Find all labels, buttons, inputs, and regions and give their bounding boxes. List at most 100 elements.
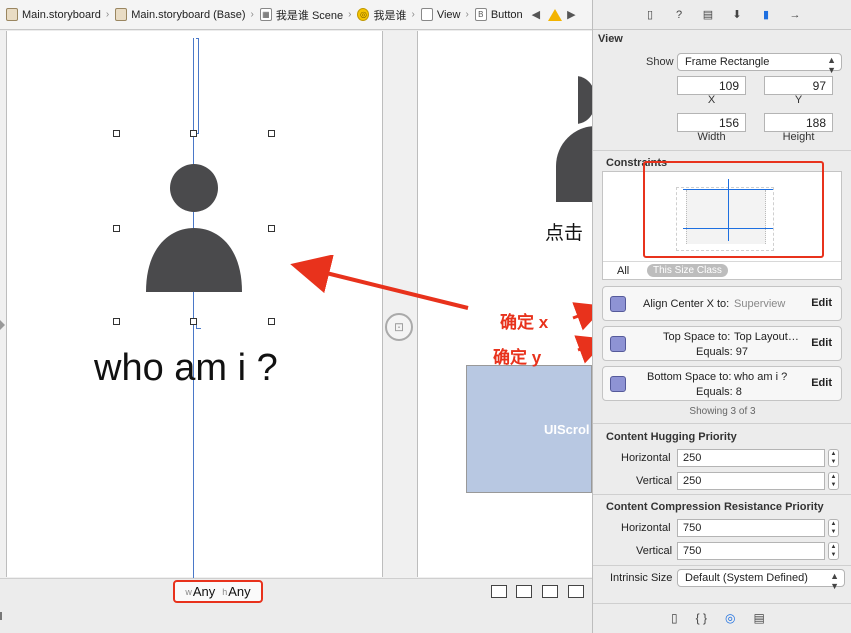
resolve-issues-icon[interactable] [542, 585, 558, 598]
hugging-vertical-field[interactable]: 250 [677, 472, 825, 490]
diagram-divider [603, 261, 841, 262]
intrinsic-size-popup[interactable]: Default (System Defined) ▲ ▼ [677, 569, 845, 591]
media-library-icon[interactable]: ▤ [753, 611, 764, 625]
constraint-title: Top Space to: [663, 331, 731, 343]
align-icon[interactable] [491, 585, 507, 598]
resize-handle[interactable] [113, 225, 120, 232]
breadcrumb-item-view[interactable]: View › [415, 8, 469, 21]
center-x-constraint-icon [610, 296, 626, 312]
constraint-bottom-space[interactable]: Bottom Space to: who am i ? Equals: 8 Ed… [602, 366, 842, 401]
height-class-prefix: h [222, 586, 228, 597]
annotation-arrows [290, 255, 608, 364]
filter-size-class-tab[interactable]: This Size Class [647, 264, 728, 277]
width-class-prefix: w [185, 586, 192, 597]
hugging-section-title: Content Hugging Priority [606, 431, 737, 443]
file-inspector-icon[interactable]: ▯ [642, 7, 658, 23]
resize-handle[interactable] [190, 130, 197, 137]
chevron-left-icon[interactable]: ◀ [532, 8, 540, 21]
code-snippet-icon[interactable]: { } [696, 611, 707, 625]
constraint-target: Top Layout… [734, 331, 799, 343]
resize-handle[interactable] [190, 318, 197, 325]
chevron-right-icon[interactable]: ▶ [567, 8, 575, 21]
divider [593, 603, 851, 604]
resize-handle[interactable] [268, 225, 275, 232]
warning-icon[interactable] [548, 8, 563, 21]
updown-arrow-icon: ▲ ▼ [827, 55, 836, 75]
stepper-icon[interactable]: ▲ ▼ [828, 542, 839, 560]
x-label: X [707, 94, 716, 106]
edit-button[interactable]: Edit [811, 297, 832, 309]
divider [593, 494, 851, 495]
compression-section-title: Content Compression Resistance Priority [606, 501, 824, 513]
constraint-title: Bottom Space to: [647, 371, 732, 383]
x-field[interactable]: 109 [677, 76, 746, 95]
intrinsic-size-value: Default (System Defined) [685, 572, 808, 584]
top-space-guide [196, 38, 199, 134]
edit-button[interactable]: Edit [811, 377, 832, 389]
who-am-i-label[interactable]: who am i ? [94, 347, 278, 390]
selected-button[interactable] [116, 134, 272, 322]
height-class-value: Any [228, 584, 251, 599]
breadcrumb-item-storyboard-base[interactable]: Main.storyboard (Base) › [109, 8, 254, 21]
breadcrumb-item-controller[interactable]: ◎ 我是谁 › [351, 7, 415, 23]
resizing-behavior-icon[interactable] [568, 585, 584, 598]
divider [593, 150, 851, 151]
breadcrumb-label: Main.storyboard (Base) [131, 8, 246, 21]
connections-inspector-icon[interactable]: → [787, 7, 803, 23]
showing-count: Showing 3 of 3 [689, 406, 756, 417]
person-icon [146, 164, 242, 292]
show-popup[interactable]: Frame Rectangle ▲ ▼ [677, 53, 842, 75]
stepper-icon[interactable]: ▲ ▼ [828, 449, 839, 467]
constraint-target: who am i ? [734, 371, 788, 383]
breadcrumb-item-scene[interactable]: ▦ 我是谁 Scene › [254, 7, 351, 23]
quick-help-icon[interactable]: ? [671, 7, 687, 23]
pin-icon[interactable] [516, 585, 532, 598]
breadcrumb-item-storyboard[interactable]: Main.storyboard › [0, 8, 109, 21]
stepper-icon[interactable]: ▲ ▼ [828, 472, 839, 490]
identity-inspector-icon[interactable]: ▤ [700, 7, 716, 23]
divider [593, 565, 851, 566]
attributes-inspector-icon[interactable]: ⬇ [729, 7, 745, 23]
storyboard-file-icon [115, 8, 128, 21]
size-inspector-icon[interactable]: ▮ [758, 7, 774, 23]
button-icon: B [474, 8, 487, 21]
intrinsic-size-label: Intrinsic Size [610, 572, 673, 584]
resize-handle[interactable] [268, 318, 275, 325]
y-field[interactable]: 97 [764, 76, 833, 95]
height-field[interactable]: 188 [764, 113, 833, 132]
resize-handle[interactable] [113, 318, 120, 325]
constraint-equals: Equals: 8 [696, 386, 742, 398]
compression-vertical-field[interactable]: 750 [677, 542, 825, 560]
width-field[interactable]: 156 [677, 113, 746, 132]
constraint-target: Superview [734, 298, 786, 310]
view-controller-icon: ◎ [357, 8, 370, 21]
size-inspector-panel: ▯ ? ▤ ⬇ ▮ → View Show Frame Rectangle ▲ ▼… [592, 0, 851, 633]
breadcrumb-label: Main.storyboard [22, 8, 101, 21]
resize-handle[interactable] [113, 130, 120, 137]
highlight-box [643, 161, 824, 258]
view-icon [420, 8, 433, 21]
status-fragment [0, 612, 4, 620]
object-library-icon[interactable]: ◎ [725, 611, 735, 625]
constraint-top-space[interactable]: Top Space to: Top Layout… Equals: 97 Edi… [602, 326, 842, 361]
filter-all-tab[interactable]: All [617, 265, 629, 277]
breadcrumb-item-button[interactable]: B Button [469, 8, 523, 21]
file-template-icon[interactable]: ▯ [671, 611, 678, 625]
hugging-horizontal-field[interactable]: 250 [677, 449, 825, 467]
annotation-center-x: 确定 x [500, 313, 549, 332]
height-label: Height [782, 131, 815, 143]
size-class-button[interactable]: w Any h Any [173, 580, 263, 603]
library-tabs: ▯ { } ◎ ▤ [671, 611, 765, 625]
view-section-title: View [598, 33, 623, 45]
breadcrumb-label: 我是谁 [373, 9, 407, 22]
stepper-icon[interactable]: ▲ ▼ [828, 519, 839, 537]
compression-horizontal-field[interactable]: 750 [677, 519, 825, 537]
scroll-view[interactable]: UIScrol [466, 365, 592, 493]
tap-label[interactable]: 点击 [545, 218, 583, 245]
constraint-center-x[interactable]: Align Center X to: Superview Edit [602, 286, 842, 321]
annotation-top-y: 确定 y [493, 348, 542, 367]
constraint-equals: Equals: 97 [696, 346, 748, 358]
edit-button[interactable]: Edit [811, 337, 832, 349]
bottom-space-constraint-icon [610, 376, 626, 392]
resize-handle[interactable] [268, 130, 275, 137]
